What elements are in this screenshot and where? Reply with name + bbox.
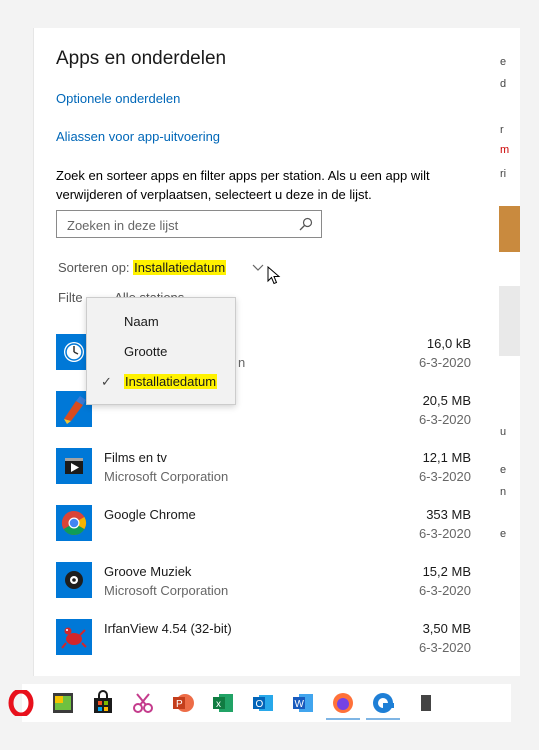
outlook-icon[interactable]: O: [250, 690, 276, 716]
taskbar: P x O W: [8, 684, 511, 722]
list-item[interactable]: Google Chrome 353 MB 6-3-2020: [56, 505, 471, 549]
option-label: Grootte: [124, 344, 168, 359]
chrome-icon: [56, 505, 92, 541]
app-date: 6-3-2020: [418, 355, 471, 370]
bg-image: [498, 286, 520, 356]
store-icon[interactable]: [90, 690, 116, 716]
app-publisher: n: [238, 355, 246, 370]
app-date: 6-3-2020: [418, 640, 471, 655]
description-text: Zoek en sorteer apps en filter apps per …: [56, 168, 430, 202]
filter-label: Filte: [58, 290, 83, 305]
sort-option-size[interactable]: Grootte: [87, 336, 235, 366]
bg-text-fragment: m: [500, 144, 510, 156]
app-date: 6-3-2020: [418, 526, 471, 541]
sort-label: Sorteren op:: [58, 260, 130, 275]
mouse-cursor-icon: [267, 266, 281, 285]
bg-text-fragment: u: [500, 426, 507, 438]
app-date: 6-3-2020: [418, 412, 471, 427]
edge-icon[interactable]: [370, 690, 396, 716]
sort-option-name[interactable]: Naam: [87, 306, 235, 336]
word-icon[interactable]: W: [290, 690, 316, 716]
search-input[interactable]: [65, 215, 294, 235]
app-size: 3,50 MB: [422, 621, 471, 636]
search-icon[interactable]: [299, 217, 313, 231]
firefox-icon[interactable]: [330, 690, 356, 716]
bg-image: [498, 206, 520, 252]
optional-features-link[interactable]: Optionele onderdelen: [56, 91, 180, 106]
app-size: 353 MB: [426, 507, 471, 522]
film-icon[interactable]: [50, 690, 76, 716]
bg-text-fragment: e: [500, 56, 507, 68]
page-title: Apps en onderdelen: [56, 48, 227, 69]
groove-music-icon: [56, 562, 92, 598]
app-date: 6-3-2020: [418, 583, 471, 598]
svg-text:x: x: [216, 699, 221, 710]
sort-option-install-date[interactable]: ✓ Installatiedatum: [87, 366, 235, 396]
chevron-down-icon[interactable]: [252, 264, 264, 272]
list-item[interactable]: Films en tv Microsoft Corporation 12,1 M…: [56, 448, 471, 492]
background-window[interactable]: e d r m ri u e n e: [498, 28, 520, 676]
bg-text-fragment: e: [500, 464, 507, 476]
app-name: Google Chrome: [104, 507, 196, 522]
app-size: 16,0 kB: [426, 336, 471, 351]
app-date: 6-3-2020: [418, 469, 471, 484]
list-item[interactable]: IrfanView 4.54 (32-bit) 3,50 MB 6-3-2020: [56, 619, 471, 663]
bg-text-fragment: r: [500, 124, 504, 136]
sort-selector[interactable]: Sorteren op: Installatiedatum: [58, 260, 227, 275]
search-box[interactable]: [56, 210, 322, 238]
sort-value[interactable]: Installatiedatum: [133, 260, 227, 275]
list-item[interactable]: Groove Muziek Microsoft Corporation 15,2…: [56, 562, 471, 606]
bg-text-fragment: d: [500, 78, 507, 90]
bg-text-fragment: n: [500, 486, 507, 498]
app-icon[interactable]: [417, 690, 443, 716]
app-name: Films en tv: [104, 450, 167, 465]
svg-text:P: P: [176, 699, 183, 710]
app-name: Groove Muziek: [104, 564, 192, 579]
opera-icon[interactable]: [8, 690, 34, 716]
irfanview-icon: [56, 619, 92, 655]
app-name: IrfanView 4.54 (32-bit): [104, 621, 232, 636]
powerpoint-icon[interactable]: P: [170, 690, 196, 716]
checkmark-icon: ✓: [101, 374, 112, 389]
films-tv-icon: [56, 448, 92, 484]
scissors-icon[interactable]: [130, 690, 156, 716]
app-size: 15,2 MB: [422, 564, 471, 579]
app-size: 20,5 MB: [422, 393, 471, 408]
apps-features-panel: Apps en onderdelen Optionele onderdelen …: [33, 28, 499, 676]
active-app-indicator: [366, 718, 400, 720]
excel-icon[interactable]: x: [210, 690, 236, 716]
sort-dropdown-menu: Naam Grootte ✓ Installatiedatum: [86, 297, 236, 405]
svg-text:O: O: [256, 699, 264, 710]
bg-text-fragment: e: [500, 528, 507, 540]
option-label: Naam: [124, 314, 159, 329]
bg-text-fragment: ri: [500, 168, 507, 180]
app-publisher: Microsoft Corporation: [104, 583, 229, 598]
option-label: Installatiedatum: [124, 374, 218, 389]
app-publisher: Microsoft Corporation: [104, 469, 229, 484]
app-size: 12,1 MB: [422, 450, 471, 465]
active-app-indicator: [326, 718, 360, 720]
app-aliases-link[interactable]: Aliassen voor app-uitvoering: [56, 129, 220, 144]
svg-text:W: W: [295, 699, 305, 710]
